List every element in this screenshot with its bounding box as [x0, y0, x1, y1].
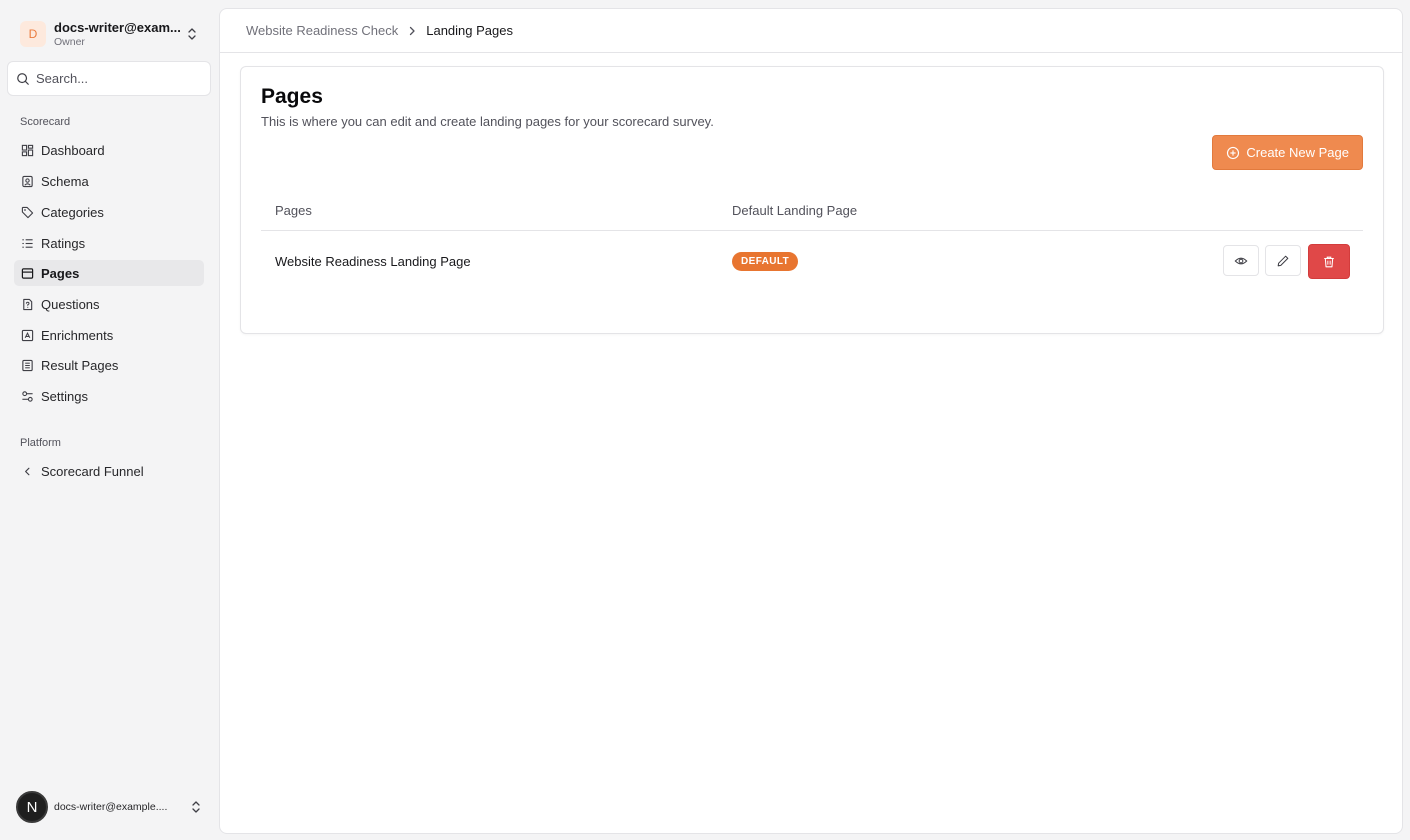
search-icon	[17, 72, 29, 85]
breadcrumb-parent[interactable]: Website Readiness Check	[246, 23, 398, 38]
scorecard-group-label: Scorecard	[20, 116, 71, 128]
sidebar-item-label: Dashboard	[41, 142, 105, 158]
workspace-name: docs-writer@exam...	[54, 20, 181, 35]
sidebar-item-label: Questions	[41, 296, 100, 312]
chevron-left-icon	[21, 465, 34, 478]
trash-icon	[1324, 256, 1334, 267]
plus-circle-icon	[1227, 146, 1240, 159]
chevrons-up-down-icon	[186, 27, 198, 41]
sidebar-item-label: Pages	[41, 265, 80, 281]
sidebar: D docs-writer@exam... Owner Scorecard Da…	[0, 0, 218, 840]
sidebar-item-categories[interactable]: Categories	[14, 199, 204, 225]
user-avatar: N	[16, 791, 48, 823]
question-icon	[21, 298, 34, 311]
workspace-switcher[interactable]: D docs-writer@exam... Owner	[8, 12, 210, 56]
column-header-pages: Pages	[275, 203, 312, 218]
sidebar-item-schema[interactable]: Schema	[14, 168, 204, 194]
sidebar-item-label: Scorecard Funnel	[41, 463, 144, 479]
settings-icon	[21, 390, 34, 403]
tag-icon	[21, 206, 34, 219]
dashboard-icon	[21, 144, 34, 157]
sidebar-item-label: Result Pages	[41, 357, 119, 373]
edit-page-button[interactable]	[1265, 245, 1301, 276]
chevrons-up-down-icon	[190, 800, 202, 814]
table-divider	[261, 230, 1363, 231]
column-header-default-landing-page: Default Landing Page	[732, 203, 858, 218]
sidebar-item-result-pages[interactable]: Result Pages	[14, 352, 204, 378]
search-input[interactable]	[36, 71, 202, 86]
sidebar-item-label: Schema	[41, 173, 89, 189]
sidebar-item-dashboard[interactable]: Dashboard	[14, 137, 204, 163]
view-page-button[interactable]	[1223, 245, 1259, 276]
pages-icon	[21, 267, 34, 280]
user-email: docs-writer@example....	[54, 801, 168, 813]
breadcrumb: Website Readiness Check Landing Pages	[220, 9, 1402, 53]
page-title: Pages	[261, 85, 323, 108]
sidebar-item-ratings[interactable]: Ratings	[14, 230, 204, 256]
sidebar-item-label: Settings	[41, 388, 88, 404]
sidebar-item-settings[interactable]: Settings	[14, 383, 204, 409]
enrichment-icon	[21, 329, 34, 342]
eye-icon	[1234, 257, 1248, 264]
create-new-page-label: Create New Page	[1246, 145, 1349, 160]
sidebar-item-label: Ratings	[41, 235, 86, 251]
platform-group-label: Platform	[20, 437, 61, 449]
create-new-page-button[interactable]: Create New Page	[1212, 135, 1363, 170]
sidebar-item-questions[interactable]: Questions	[14, 291, 204, 317]
breadcrumb-current: Landing Pages	[426, 23, 513, 38]
pages-card: Pages This is where you can edit and cre…	[240, 66, 1384, 334]
page-name-cell: Website Readiness Landing Page	[275, 254, 471, 269]
delete-page-button[interactable]	[1308, 244, 1350, 279]
default-badge: DEFAULT	[732, 252, 799, 271]
workspace-avatar: D	[20, 21, 46, 47]
workspace-role: Owner	[54, 36, 85, 48]
page-description: This is where you can edit and create la…	[261, 114, 714, 129]
user-menu[interactable]: N docs-writer@example....	[8, 788, 210, 826]
result-pages-icon	[21, 359, 34, 372]
sidebar-item-label: Categories	[41, 204, 104, 220]
schema-icon	[21, 175, 34, 188]
sidebar-item-pages[interactable]: Pages	[14, 260, 204, 286]
sidebar-item-scorecard-funnel[interactable]: Scorecard Funnel	[14, 458, 204, 484]
main-panel: Website Readiness Check Landing Pages Pa…	[219, 8, 1403, 834]
list-icon	[21, 237, 34, 250]
chevron-right-icon	[408, 26, 416, 36]
sidebar-item-label: Enrichments	[41, 327, 114, 343]
pencil-icon	[1277, 255, 1289, 266]
sidebar-item-enrichments[interactable]: Enrichments	[14, 322, 204, 348]
search-box	[7, 61, 211, 96]
